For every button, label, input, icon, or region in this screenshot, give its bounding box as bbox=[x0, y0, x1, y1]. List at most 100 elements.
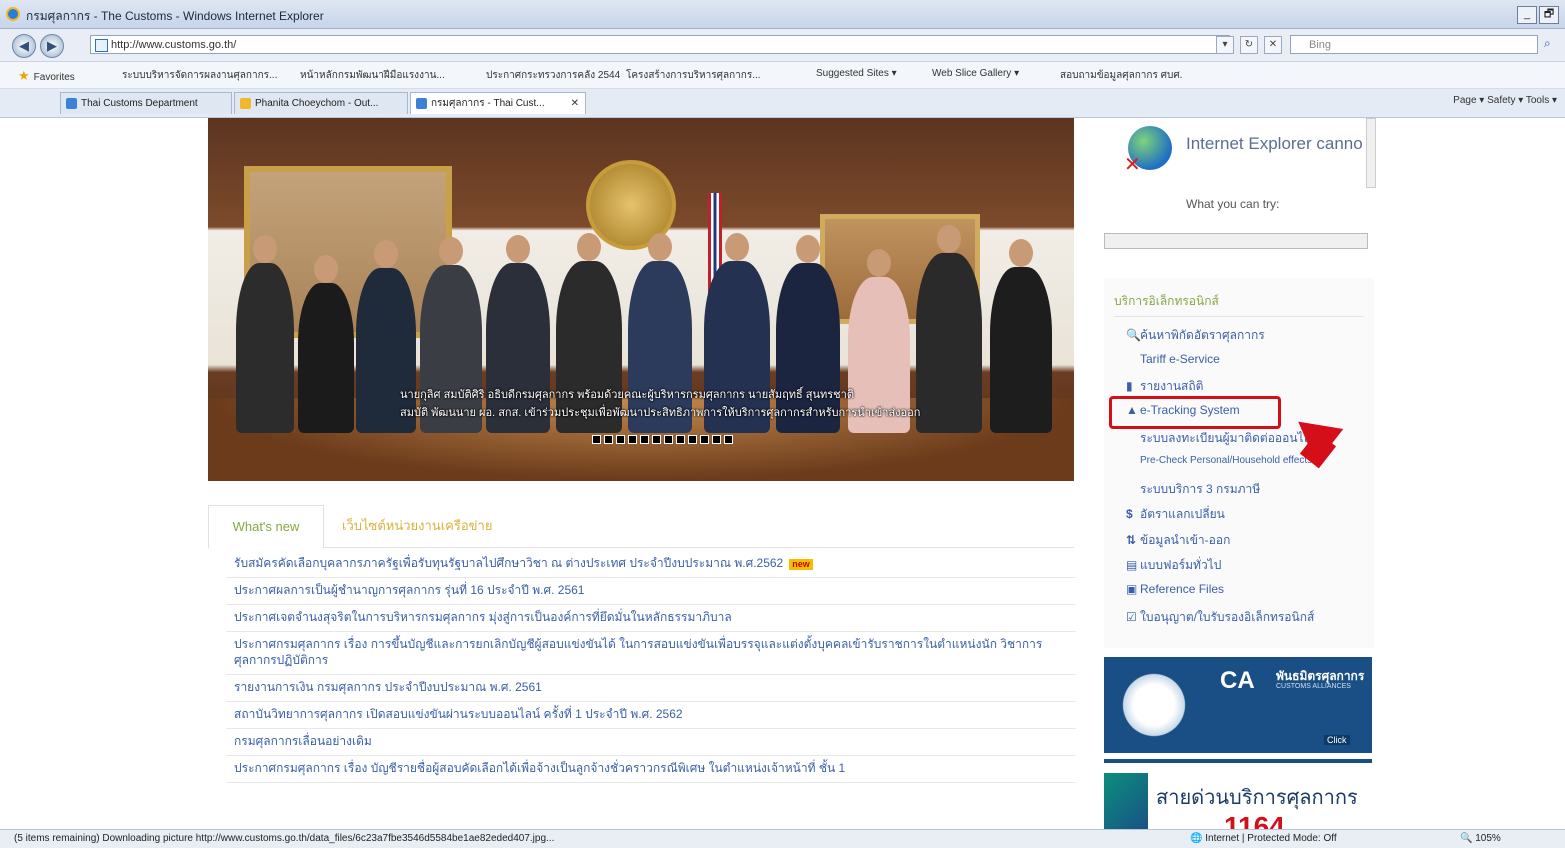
stop-icon[interactable]: ✕ bbox=[1264, 36, 1282, 54]
news-item[interactable]: ประกาศกรมศุลกากร เรื่อง การขึ้นบัญชีและก… bbox=[226, 632, 1076, 675]
news-item[interactable]: ประกาศกรมศุลกากร เรื่อง บัญชีรายชื่อผู้ส… bbox=[226, 756, 1076, 783]
sidebar-link-label: ใบอนุญาต/ใบรับรองอิเล็กทรอนิกส์ bbox=[1140, 610, 1315, 624]
hero-slider[interactable]: นายกุลิศ สมบัติศิริ อธิบดีกรมศุลกากร พร้… bbox=[208, 118, 1074, 481]
sidebar-link-label: อัตราแลกเปลี่ยน bbox=[1140, 507, 1225, 521]
reference-icon: ▣ bbox=[1126, 582, 1138, 596]
favorite-item[interactable]: ประกาศกระทรวงการคลัง 2544 bbox=[486, 68, 620, 83]
sidebar-link-reference-files[interactable]: ▣ Reference Files bbox=[1126, 582, 1224, 596]
sidebar-link-tariff-search[interactable]: 🔍ค้นหาพิกัดอัตราศุลกากร bbox=[1126, 326, 1265, 345]
hotline-text: สายด่วนบริการศุลกากร bbox=[1156, 787, 1358, 809]
address-toolbar: ◀ ▶ http://www.customs.go.th/ ▾ ↻ ✕ Bing… bbox=[0, 29, 1565, 62]
sidebar-link-pre-check[interactable]: Pre-Check Personal/Household effects bbox=[1126, 455, 1312, 466]
vertical-scrollbar[interactable] bbox=[1366, 118, 1376, 188]
globe-error-icon: ✕ bbox=[1124, 126, 1172, 176]
news-link[interactable]: ประกาศกรมศุลกากร เรื่อง การขึ้นบัญชีและก… bbox=[234, 637, 1042, 667]
sidebar-link-tariff-eservice[interactable]: Tariff e-Service bbox=[1126, 352, 1220, 366]
ca-subtitle: CUSTOMS ALLIANCES bbox=[1276, 683, 1351, 690]
news-link[interactable]: รับสมัครคัดเลือกบุคลากรภาครัฐเพื่อรับทุน… bbox=[234, 556, 783, 570]
person bbox=[298, 255, 354, 433]
news-link[interactable]: กรมศุลกากรเลื่อนอย่างเดิม bbox=[234, 734, 372, 748]
error-x-icon: ✕ bbox=[1124, 154, 1141, 176]
sidebar-link-label: แบบฟอร์มทั่วไป bbox=[1140, 558, 1222, 572]
hero-caption-line: นายกุลิศ สมบัติศิริ อธิบดีกรมศุลกากร พร้… bbox=[400, 389, 854, 401]
window-title: กรมศุลกากร - The Customs - Windows Inter… bbox=[26, 9, 324, 23]
back-button[interactable]: ◀ bbox=[12, 34, 36, 58]
favorite-item[interactable]: ระบบบริหารจัดการผลงานศุลกากร... bbox=[122, 68, 277, 83]
ie-logo-icon bbox=[6, 7, 20, 21]
news-link[interactable]: ประกาศเจตจำนงสุจริตในการบริหารกรมศุลกากร… bbox=[234, 610, 732, 624]
tab-label: Phanita Choeychom - Out... bbox=[255, 98, 379, 109]
favorite-item[interactable]: หน้าหลักกรมพัฒนาฝีมือแรงงาน... bbox=[300, 68, 445, 83]
address-actions: ▾ ↻ ✕ bbox=[1216, 36, 1282, 54]
divider bbox=[1114, 316, 1364, 317]
sidebar-link-forms[interactable]: ▤ แบบฟอร์มทั่วไป bbox=[1126, 556, 1221, 575]
horizontal-scrollbar[interactable] bbox=[1104, 233, 1368, 249]
hero-caption: นายกุลิศ สมบัติศิริ อธิบดีกรมศุลกากร พร้… bbox=[400, 386, 1070, 422]
dropdown-icon[interactable]: ▾ bbox=[1216, 36, 1234, 54]
refresh-icon[interactable]: ↻ bbox=[1240, 36, 1258, 54]
search-input[interactable]: Bing bbox=[1290, 35, 1538, 54]
new-badge: new bbox=[789, 559, 813, 570]
favorite-item[interactable]: โครงสร้างการบริหารศุลกากร... bbox=[626, 68, 761, 83]
security-zone: 🌐 Internet | Protected Mode: Off bbox=[1190, 833, 1337, 844]
tab-network-websites[interactable]: เว็บไซต์หน่วยงานเครือข่าย bbox=[342, 505, 492, 547]
sidebar-link-label: ข้อมูลนำเข้า-ออก bbox=[1140, 533, 1231, 547]
news-item[interactable]: กรมศุลกากรเลื่อนอย่างเดิม bbox=[226, 729, 1076, 756]
news-item[interactable]: รับสมัครคัดเลือกบุคลากรภาครัฐเพื่อรับทุน… bbox=[226, 551, 1076, 578]
search-placeholder: Bing bbox=[1309, 39, 1332, 51]
news-item[interactable]: ประกาศผลการเป็นผู้ชำนาญการศุลกากร รุ่นที… bbox=[226, 578, 1076, 605]
restore-button[interactable]: 🗗 bbox=[1539, 6, 1559, 24]
customs-alliances-banner[interactable]: CA พันธมิตรศุลกากร CUSTOMS ALLIANCES Cli… bbox=[1104, 657, 1372, 753]
forward-button[interactable]: ▶ bbox=[40, 34, 64, 58]
news-link[interactable]: สถาบันวิทยาการศุลกากร เปิดสอบแข่งขันผ่าน… bbox=[234, 707, 683, 721]
zoom-control[interactable]: 🔍 105% bbox=[1460, 833, 1501, 844]
page-icon bbox=[95, 39, 108, 52]
tab-strip: Thai Customs Department Phanita Choeycho… bbox=[0, 89, 1565, 118]
sidebar-link-import-export-data[interactable]: ⇅ ข้อมูลนำเข้า-ออก bbox=[1126, 531, 1230, 550]
sidebar-link-exchange-rate[interactable]: $ อัตราแลกเปลี่ยน bbox=[1126, 505, 1225, 524]
news-link[interactable]: ประกาศกรมศุลกากร เรื่อง บัญชีรายชื่อผู้ส… bbox=[234, 761, 845, 775]
slider-dots[interactable] bbox=[592, 435, 733, 444]
search-icon[interactable]: ⌕ bbox=[1544, 36, 1560, 52]
close-tab-icon[interactable]: ✕ bbox=[571, 93, 579, 114]
address-input[interactable]: http://www.customs.go.th/ bbox=[90, 35, 1230, 54]
favorite-item[interactable]: Web Slice Gallery ▾ bbox=[932, 68, 1019, 79]
dollar-icon: $ bbox=[1126, 507, 1133, 521]
favorites-button[interactable]: ★ Favorites bbox=[18, 68, 75, 84]
news-link[interactable]: รายงานการเงิน กรมศุลกากร ประจำปีงบประมาณ… bbox=[234, 680, 542, 694]
sidebar-link-label: Tariff e-Service bbox=[1140, 352, 1220, 366]
tab-thai-customs[interactable]: Thai Customs Department bbox=[60, 92, 232, 114]
zoom-icon: 🔍 bbox=[1460, 833, 1476, 844]
favorite-item[interactable]: Suggested Sites ▾ bbox=[816, 68, 897, 79]
ca-click-button[interactable]: Click bbox=[1324, 735, 1350, 745]
command-bar[interactable]: Page ▾ Safety ▾ Tools ▾ bbox=[1453, 95, 1557, 106]
status-bar: (5 items remaining) Downloading picture … bbox=[0, 829, 1565, 848]
ie-error-frame: ✕ Internet Explorer cannot display the w… bbox=[1104, 118, 1376, 258]
person bbox=[236, 235, 294, 433]
eservice-sidebar: บริการอิเล็กทรอนิกส์ 🔍ค้นหาพิกัดอัตราศุล… bbox=[1104, 278, 1374, 648]
outlook-icon bbox=[240, 98, 251, 109]
page-content: นายกุลิศ สมบัติศิริ อธิบดีกรมศุลกากร พร้… bbox=[0, 118, 1565, 833]
news-item[interactable]: สถาบันวิทยาการศุลกากร เปิดสอบแข่งขันผ่าน… bbox=[226, 702, 1076, 729]
tab-customs-active[interactable]: กรมศุลกากร - Thai Cust... ✕ bbox=[410, 92, 586, 114]
hero-caption-line: สมบัติ พัฒนนาย ผอ. สกส. เข้าร่วมประชุมเพ… bbox=[400, 407, 921, 419]
sidebar-link-3-tax-depts[interactable]: ระบบบริการ 3 กรมภาษี bbox=[1126, 480, 1260, 499]
news-link[interactable]: ประกาศผลการเป็นผู้ชำนาญการศุลกากร รุ่นที… bbox=[234, 583, 584, 597]
sidebar-link-label: ระบบบริการ 3 กรมภาษี bbox=[1140, 482, 1261, 496]
favorite-item[interactable]: สอบถามข้อมูลศุลกากร ศบศ. bbox=[1060, 68, 1182, 83]
hotline-banner[interactable]: สายด่วนบริการศุลกากร 1164 bbox=[1104, 759, 1372, 833]
news-item[interactable]: รายงานการเงิน กรมศุลกากร ประจำปีงบประมาณ… bbox=[226, 675, 1076, 702]
sidebar-link-label: Reference Files bbox=[1140, 582, 1225, 596]
security-zone-label: Internet | Protected Mode: Off bbox=[1205, 833, 1337, 844]
tab-outlook[interactable]: Phanita Choeychom - Out... bbox=[234, 92, 408, 114]
search-icon: 🔍 bbox=[1126, 328, 1141, 342]
sidebar-link-e-license[interactable]: ☑ ใบอนุญาต/ใบรับรองอิเล็กทรอนิกส์ bbox=[1126, 608, 1314, 627]
tab-whats-new[interactable]: What's new bbox=[208, 505, 324, 549]
minimize-button[interactable]: _ bbox=[1517, 6, 1537, 24]
hotline-stripe bbox=[1104, 773, 1148, 833]
sidebar-link-label: รายงานสถิติ bbox=[1140, 379, 1204, 393]
favorites-label: Favorites bbox=[33, 72, 75, 83]
news-item[interactable]: ประกาศเจตจำนงสุจริตในการบริหารกรมศุลกากร… bbox=[226, 605, 1076, 632]
page-icon bbox=[416, 98, 427, 109]
sidebar-link-statistics[interactable]: ▮ รายงานสถิติ bbox=[1126, 377, 1203, 396]
